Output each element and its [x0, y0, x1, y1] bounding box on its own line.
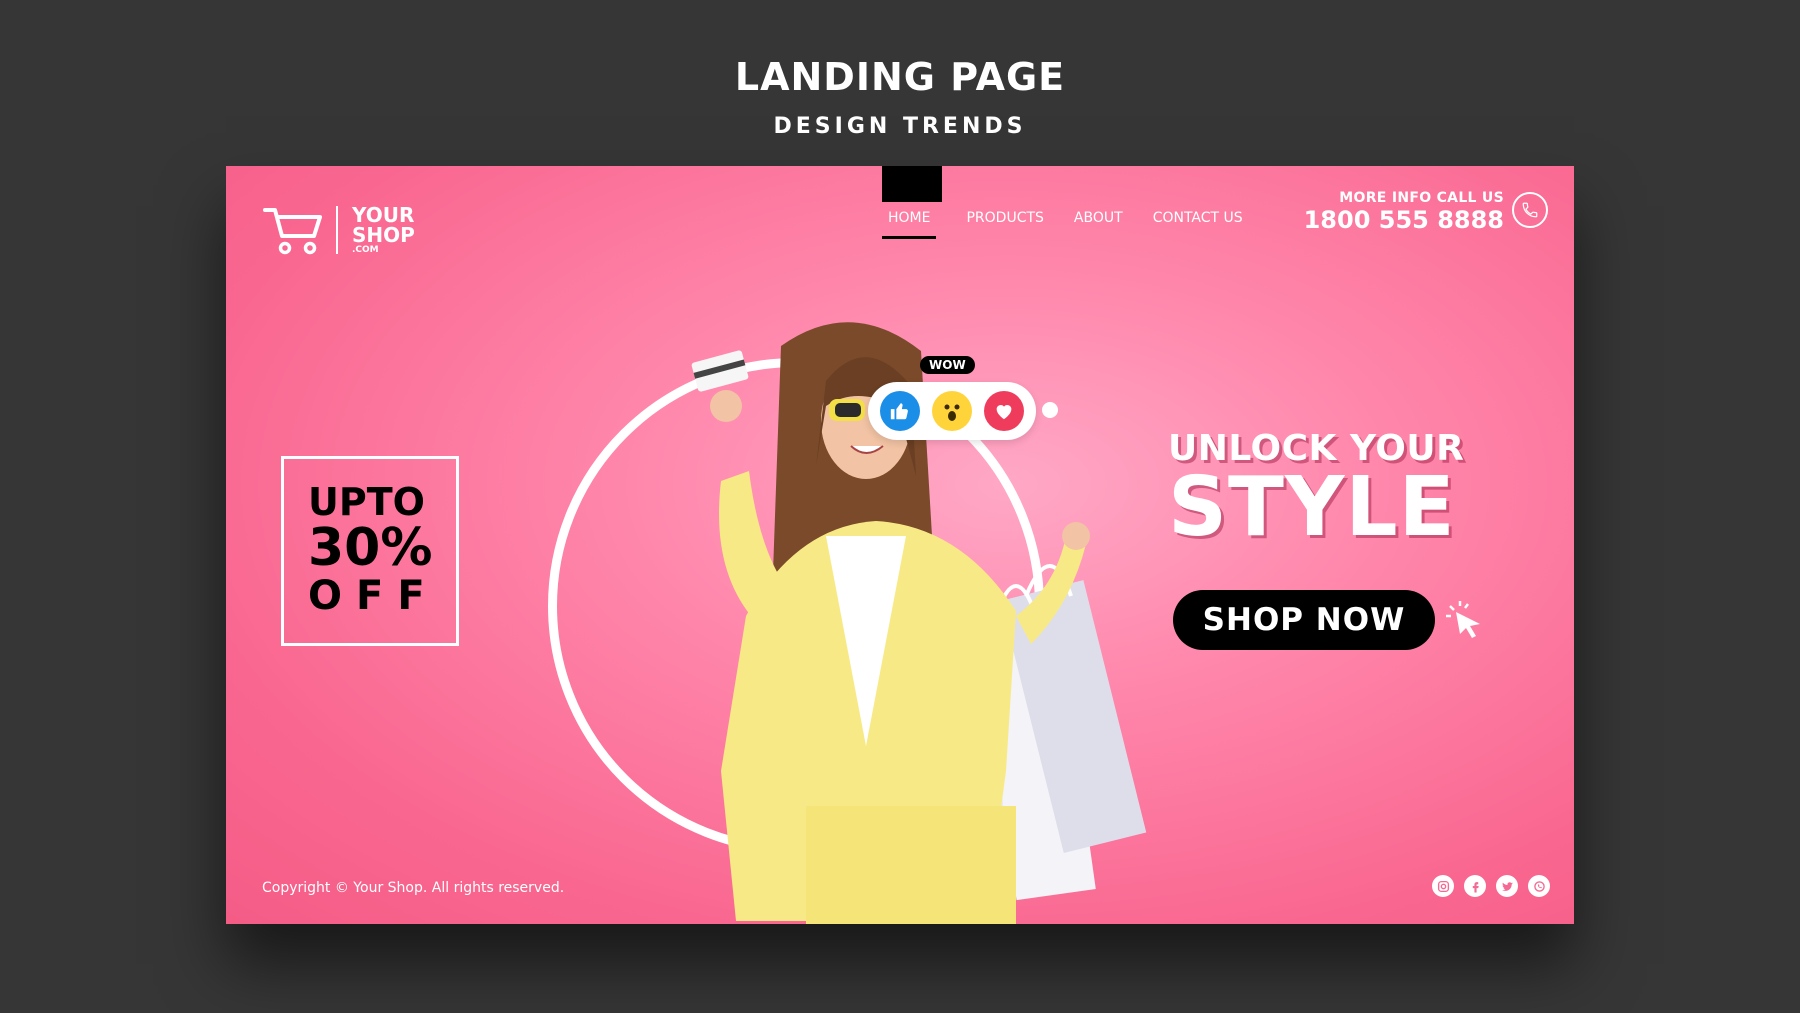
- like-icon[interactable]: [880, 391, 920, 431]
- cart-icon: [263, 208, 322, 255]
- landing-page-mockup: YOUR SHOP .COM HOME PRODUCTS ABOUT CONTA…: [226, 166, 1574, 924]
- wow-face-icon[interactable]: [932, 391, 972, 431]
- instagram-glyph-icon: [1437, 880, 1449, 892]
- logo-line-3: .COM: [352, 245, 379, 255]
- logo-line-2: SHOP: [352, 223, 415, 247]
- twitter-glyph-icon: [1501, 881, 1513, 891]
- wow-bubble: WOW: [920, 356, 975, 374]
- whatsapp-icon[interactable]: [1528, 875, 1550, 897]
- page-title: LANDING PAGE: [734, 55, 1066, 99]
- facebook-glyph-icon: [1472, 881, 1479, 892]
- contact-label: MORE INFO CALL US: [1339, 190, 1504, 206]
- phone-icon[interactable]: [1512, 192, 1548, 228]
- surprised-face-icon: [944, 404, 960, 421]
- copyright-text: Copyright © Your Shop. All rights reserv…: [262, 880, 565, 896]
- decor-dot: [1042, 402, 1058, 418]
- promo-line-1: UPTO: [308, 480, 425, 524]
- facebook-icon[interactable]: [1464, 875, 1486, 897]
- nav-contact-us[interactable]: CONTACT US: [1153, 210, 1243, 239]
- logo[interactable]: YOUR SHOP .COM: [262, 204, 415, 256]
- page-subtitle: DESIGN TRENDS: [773, 114, 1027, 139]
- logo-text: YOUR SHOP .COM: [352, 205, 415, 255]
- contact-phone[interactable]: 1800 555 8888: [1304, 206, 1504, 234]
- cursor-click-icon: [1446, 601, 1480, 638]
- promo-line-3: OFF: [308, 572, 439, 619]
- social-links: [1432, 875, 1550, 897]
- hero-line-2: STYLE: [1168, 460, 1456, 555]
- nav-indicator-block: [882, 166, 942, 202]
- promo-badge: UPTO 30% OFF: [281, 456, 459, 646]
- nav-about[interactable]: ABOUT: [1074, 210, 1123, 239]
- phone-glyph-icon: [1522, 202, 1538, 218]
- heart-glyph-icon: [996, 405, 1012, 420]
- nav-products[interactable]: PRODUCTS: [966, 210, 1043, 239]
- main-nav: HOME PRODUCTS ABOUT CONTACT US: [882, 210, 1273, 239]
- instagram-icon[interactable]: [1432, 875, 1454, 897]
- reaction-bar: [868, 382, 1036, 440]
- contact-info: MORE INFO CALL US 1800 555 8888: [1304, 190, 1504, 234]
- shop-now-button[interactable]: SHOP NOW: [1173, 590, 1435, 650]
- promo-line-2: 30%: [308, 518, 433, 578]
- whatsapp-glyph-icon: [1533, 880, 1545, 892]
- twitter-icon[interactable]: [1496, 875, 1518, 897]
- hero-headline: UNLOCK YOUR STYLE: [1168, 428, 1464, 555]
- nav-home[interactable]: HOME: [882, 210, 937, 239]
- thumbs-up-icon: [890, 403, 908, 420]
- heart-icon[interactable]: [984, 391, 1024, 431]
- logo-line-1: YOUR: [352, 203, 415, 227]
- logo-divider: [336, 206, 338, 254]
- hero-model-image: [691, 322, 1147, 924]
